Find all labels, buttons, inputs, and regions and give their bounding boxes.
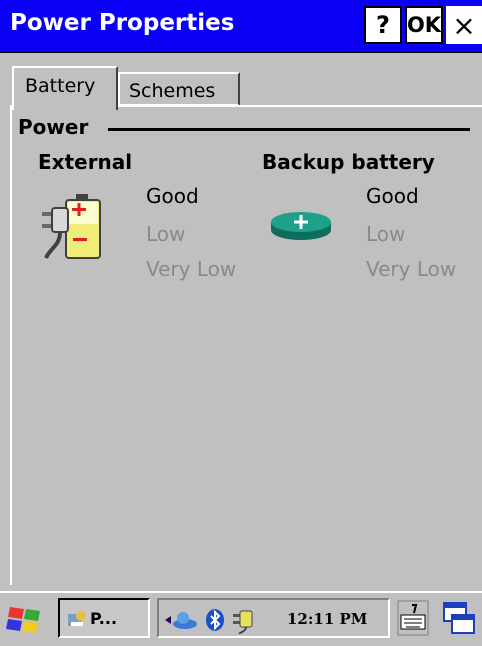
title-bar: Power Properties ? OK ×	[0, 0, 482, 53]
external-level-very-low: Very Low	[146, 257, 237, 281]
power-plug-icon[interactable]	[231, 608, 259, 634]
window-switcher-icon[interactable]	[440, 601, 476, 635]
power-section-label: Power	[18, 115, 89, 139]
section-divider	[108, 128, 470, 131]
bluetooth-icon[interactable]	[205, 608, 225, 632]
taskbar: P... 12:11 PM	[0, 591, 482, 646]
external-heading: External	[38, 150, 133, 174]
coin-battery-icon	[271, 212, 331, 240]
external-level-good: Good	[146, 184, 199, 208]
plug-battery-icon	[42, 194, 101, 259]
tab-panel-left-border	[10, 105, 12, 585]
backup-level-good: Good	[366, 184, 419, 208]
backup-level-very-low: Very Low	[366, 257, 457, 281]
tab-strip: Battery Schemes	[0, 52, 482, 110]
system-tray: 12:11 PM	[157, 598, 390, 638]
external-level-low: Low	[146, 222, 186, 246]
backup-level-low: Low	[366, 222, 406, 246]
power-properties-app-icon	[68, 611, 86, 626]
clock[interactable]: 12:11 PM	[287, 610, 367, 628]
ok-button[interactable]: OK	[405, 6, 443, 44]
windows-start-icon[interactable]	[6, 603, 46, 635]
running-task-button[interactable]: P...	[58, 598, 150, 638]
network-icon[interactable]	[165, 608, 199, 632]
tab-schemes[interactable]: Schemes	[118, 72, 240, 106]
help-button[interactable]: ?	[364, 6, 402, 44]
task-label: P...	[90, 609, 118, 628]
window-title: Power Properties	[10, 10, 235, 36]
backup-battery-heading: Backup battery	[262, 150, 435, 174]
close-button[interactable]: ×	[446, 6, 482, 44]
keyboard-icon[interactable]	[396, 599, 430, 637]
tab-battery[interactable]: Battery	[12, 66, 118, 110]
